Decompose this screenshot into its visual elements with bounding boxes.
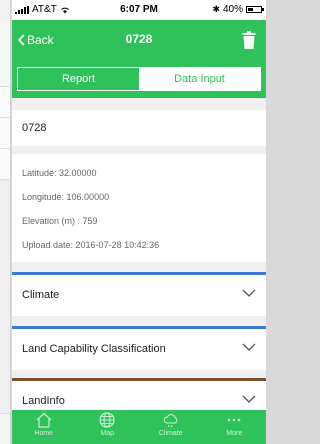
section-accent-bar — [12, 326, 266, 329]
chevron-down-icon — [242, 289, 256, 297]
bluetooth-icon: ✱ — [212, 4, 220, 14]
bottom-tab-bar: Home Map Climate More — [12, 410, 266, 444]
section-accent-bar — [12, 378, 266, 381]
section-accent-bar — [12, 272, 266, 275]
app-screen: AT&T 6:07 PM ✱ 40% Back 0728 Report Data… — [12, 0, 266, 444]
previous-screen-row — [0, 87, 10, 118]
tab-more[interactable]: More — [203, 410, 267, 444]
back-label: Back — [27, 33, 54, 47]
more-icon — [227, 418, 241, 422]
record-name: 0728 — [22, 122, 47, 134]
section-label: Land Capability Classification — [22, 343, 166, 355]
section-label: Climate — [22, 289, 60, 301]
cloud-icon — [163, 414, 178, 428]
section-label: LandInfo — [22, 395, 65, 407]
tab-label: Home — [34, 430, 54, 437]
record-name-card: 0728 — [12, 110, 266, 146]
tab-label: More — [226, 430, 243, 437]
latitude-text: Latitude: 32.00000 — [22, 168, 97, 178]
globe-icon — [99, 412, 115, 428]
previous-screen-header — [0, 20, 10, 87]
chevron-down-icon — [242, 343, 256, 351]
chevron-left-icon — [18, 34, 25, 46]
tab-label: Map — [100, 430, 115, 437]
status-right: ✱ 40% — [212, 4, 264, 15]
navigation-bar: Back 0728 — [12, 20, 266, 64]
previous-screen-row — [0, 149, 10, 180]
previous-screen-tabbar — [0, 413, 10, 444]
longitude-text: Longitude: 106.00000 — [22, 192, 110, 202]
previous-screen-status — [0, 0, 10, 20]
battery-icon — [246, 6, 264, 13]
segmented-control: Report Data Input — [17, 67, 261, 91]
tab-climate[interactable]: Climate — [139, 410, 203, 444]
chevron-down-icon — [242, 395, 256, 403]
status-bar: AT&T 6:07 PM ✱ 40% — [12, 0, 266, 20]
record-details-card: Latitude: 32.00000 Longitude: 106.00000 … — [12, 154, 266, 262]
upload-date-text: Upload date: 2016-07-28 10:42:36 — [22, 240, 160, 250]
previous-screen-row — [0, 118, 10, 149]
view-switcher-area: Report Data Input — [12, 64, 266, 98]
section-climate[interactable]: Climate — [12, 272, 266, 316]
elevation-text: Elevation (m) : 759 — [22, 216, 98, 226]
section-land-capability[interactable]: Land Capability Classification — [12, 326, 266, 370]
battery-percent: 40% — [222, 4, 243, 15]
tab-home[interactable]: Home — [12, 410, 76, 444]
tab-map[interactable]: Map — [76, 410, 140, 444]
tab-report[interactable]: Report — [18, 68, 139, 90]
tab-data-input[interactable]: Data Input — [139, 68, 260, 90]
delete-button[interactable] — [242, 31, 256, 54]
home-icon — [36, 412, 52, 428]
back-button[interactable]: Back — [18, 33, 54, 47]
previous-screen-sliver — [0, 0, 11, 444]
trash-icon — [242, 31, 256, 49]
tab-label: Climate — [158, 430, 183, 437]
